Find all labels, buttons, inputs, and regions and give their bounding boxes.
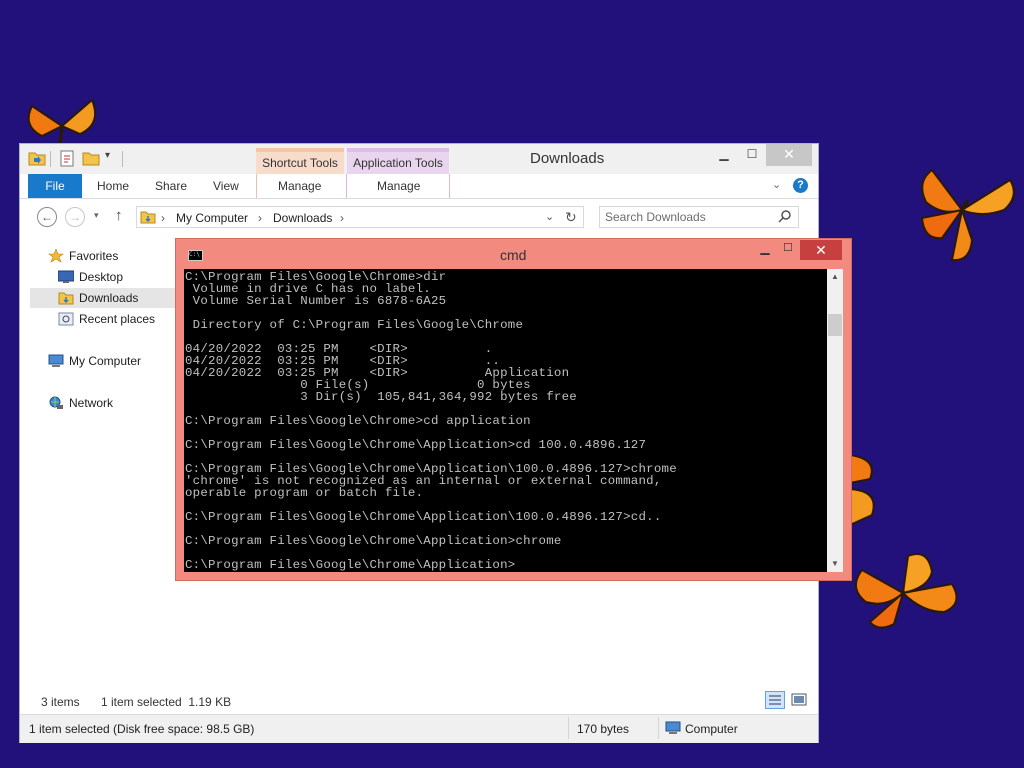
address-history-dropdown-icon[interactable]: ⌄ (545, 210, 554, 223)
ribbon-tabs: File Home Share View Manage Manage ⌄ ? (20, 174, 818, 199)
large-icons-view-icon[interactable] (789, 691, 809, 709)
status-location: Computer (685, 722, 738, 736)
cmd-maximize-button[interactable]: ☐ (776, 241, 800, 259)
cmd-close-button[interactable]: ✕ (800, 240, 842, 260)
nav-computer-label: My Computer (69, 354, 142, 368)
properties-icon[interactable] (60, 150, 76, 168)
details-view-icon[interactable] (765, 691, 785, 709)
forward-button[interactable]: → (65, 207, 85, 227)
downloads-folder-icon (58, 292, 74, 305)
console-output[interactable]: C:\Program Files\Google\Chrome>dir Volum… (184, 269, 827, 572)
tab-file[interactable]: File (28, 174, 82, 198)
help-icon[interactable]: ? (793, 178, 808, 193)
nav-my-computer[interactable]: My Computer (48, 351, 188, 371)
folder-icon (28, 152, 46, 166)
address-row: ← → ▾ ↑ › My Computer › Downloads › ⌄ ↻ (20, 199, 818, 235)
tab-view[interactable]: View (213, 179, 239, 193)
computer-icon (665, 721, 681, 734)
console-line: C:\Program Files\Google\Chrome\Applicati… (185, 558, 516, 572)
nav-favorites[interactable]: Favorites (48, 246, 188, 266)
recent-locations-dropdown-icon[interactable]: ▾ (94, 210, 99, 221)
cmd-window[interactable]: C:\ cmd ▁ ☐ ✕ C:\Program Files\Google\Ch… (175, 238, 852, 581)
console-line: 3 Dir(s) 105,841,364,992 bytes free (185, 390, 577, 404)
nav-recent-places[interactable]: Recent places (58, 309, 188, 329)
back-button[interactable]: ← (37, 207, 57, 227)
breadcrumb-downloads[interactable]: Downloads (273, 211, 332, 225)
scroll-down-arrow-icon[interactable]: ▼ (827, 556, 843, 572)
butterfly-decoration (850, 455, 875, 527)
window-title: Downloads (530, 150, 605, 167)
tab-share[interactable]: Share (155, 179, 187, 193)
console-line: C:\Program Files\Google\Chrome\Applicati… (185, 534, 562, 548)
items-count: 3 items (41, 695, 80, 709)
nav-network[interactable]: Network (48, 393, 188, 413)
nav-downloads-label: Downloads (79, 291, 139, 305)
cmd-icon[interactable]: C:\ (188, 250, 203, 261)
star-icon (48, 249, 64, 263)
search-icon[interactable] (778, 209, 792, 225)
close-button[interactable]: ✕ (766, 144, 812, 166)
downloads-folder-icon (140, 211, 156, 224)
cmd-minimize-button[interactable]: ▁ (753, 241, 777, 259)
minimize-button[interactable]: ▁ (710, 144, 738, 166)
breadcrumb-separator-icon[interactable]: › (340, 211, 344, 225)
console-line: Directory of C:\Program Files\Google\Chr… (185, 318, 524, 332)
maximize-button[interactable]: ☐ (738, 144, 766, 166)
quick-access-dropdown-icon[interactable]: ▾ (105, 150, 110, 161)
view-buttons (765, 691, 809, 714)
butterfly-decoration (920, 168, 1015, 262)
address-bar[interactable]: › My Computer › Downloads › ⌄ ↻ (136, 206, 584, 228)
butterfly-decoration (27, 98, 96, 147)
scroll-thumb[interactable] (828, 314, 842, 336)
status-selection: 1 item selected (Disk free space: 98.5 G… (29, 722, 255, 736)
tab-manage-application[interactable]: Manage (377, 179, 420, 193)
console-line: Volume Serial Number is 6878-6A25 (185, 294, 447, 308)
desktop-icon (58, 270, 74, 283)
console-line: operable program or batch file. (185, 486, 424, 500)
new-folder-icon[interactable] (82, 150, 100, 166)
nav-desktop-label: Desktop (79, 270, 124, 284)
nav-desktop[interactable]: Desktop (58, 267, 188, 287)
search-box[interactable] (599, 206, 799, 228)
title-bar[interactable]: ▾ Shortcut Tools Application Tools Downl… (20, 144, 818, 175)
cmd-title: cmd (500, 247, 527, 263)
cmd-scrollbar[interactable]: ▲ ▼ (827, 269, 843, 572)
console-line: C:\Program Files\Google\Chrome\Applicati… (185, 510, 662, 524)
selection-info: 1 item selected 1.19 KB (101, 695, 232, 709)
expand-ribbon-chevron-icon[interactable]: ⌄ (772, 178, 781, 191)
breadcrumb-separator-icon: › (161, 211, 165, 225)
breadcrumb-my-computer[interactable]: My Computer (176, 211, 248, 225)
tab-manage-shortcut[interactable]: Manage (278, 179, 321, 193)
nav-downloads[interactable]: Downloads (30, 288, 178, 308)
nav-network-label: Network (69, 396, 114, 410)
search-input[interactable] (605, 210, 765, 224)
butterfly-decoration (855, 553, 958, 629)
breadcrumb-separator-icon[interactable]: › (258, 211, 262, 225)
console-line: C:\Program Files\Google\Chrome>cd applic… (185, 414, 531, 428)
context-tab-application-tools: Application Tools (347, 148, 449, 175)
computer-icon (48, 354, 64, 367)
console-line: C:\Program Files\Google\Chrome\Applicati… (185, 438, 647, 452)
status-size: 170 bytes (577, 722, 630, 736)
nav-favorites-label: Favorites (69, 249, 119, 263)
navigation-pane: Favorites Desktop Downloads Recent place… (20, 236, 190, 676)
items-status-bar: 3 items 1 item selected 1.19 KB (20, 692, 818, 712)
context-tab-shortcut-tools: Shortcut Tools (256, 148, 344, 175)
nav-recent-label: Recent places (79, 312, 156, 326)
refresh-icon[interactable]: ↻ (565, 209, 577, 226)
status-bar: 1 item selected (Disk free space: 98.5 G… (20, 714, 818, 743)
tab-home[interactable]: Home (97, 179, 129, 193)
network-icon (49, 396, 63, 409)
up-arrow-icon[interactable]: ↑ (115, 207, 123, 224)
recent-places-icon (58, 312, 74, 326)
console-text: C:\Program Files\Google\Chrome>dir Volum… (184, 269, 827, 571)
scroll-up-arrow-icon[interactable]: ▲ (827, 269, 843, 285)
